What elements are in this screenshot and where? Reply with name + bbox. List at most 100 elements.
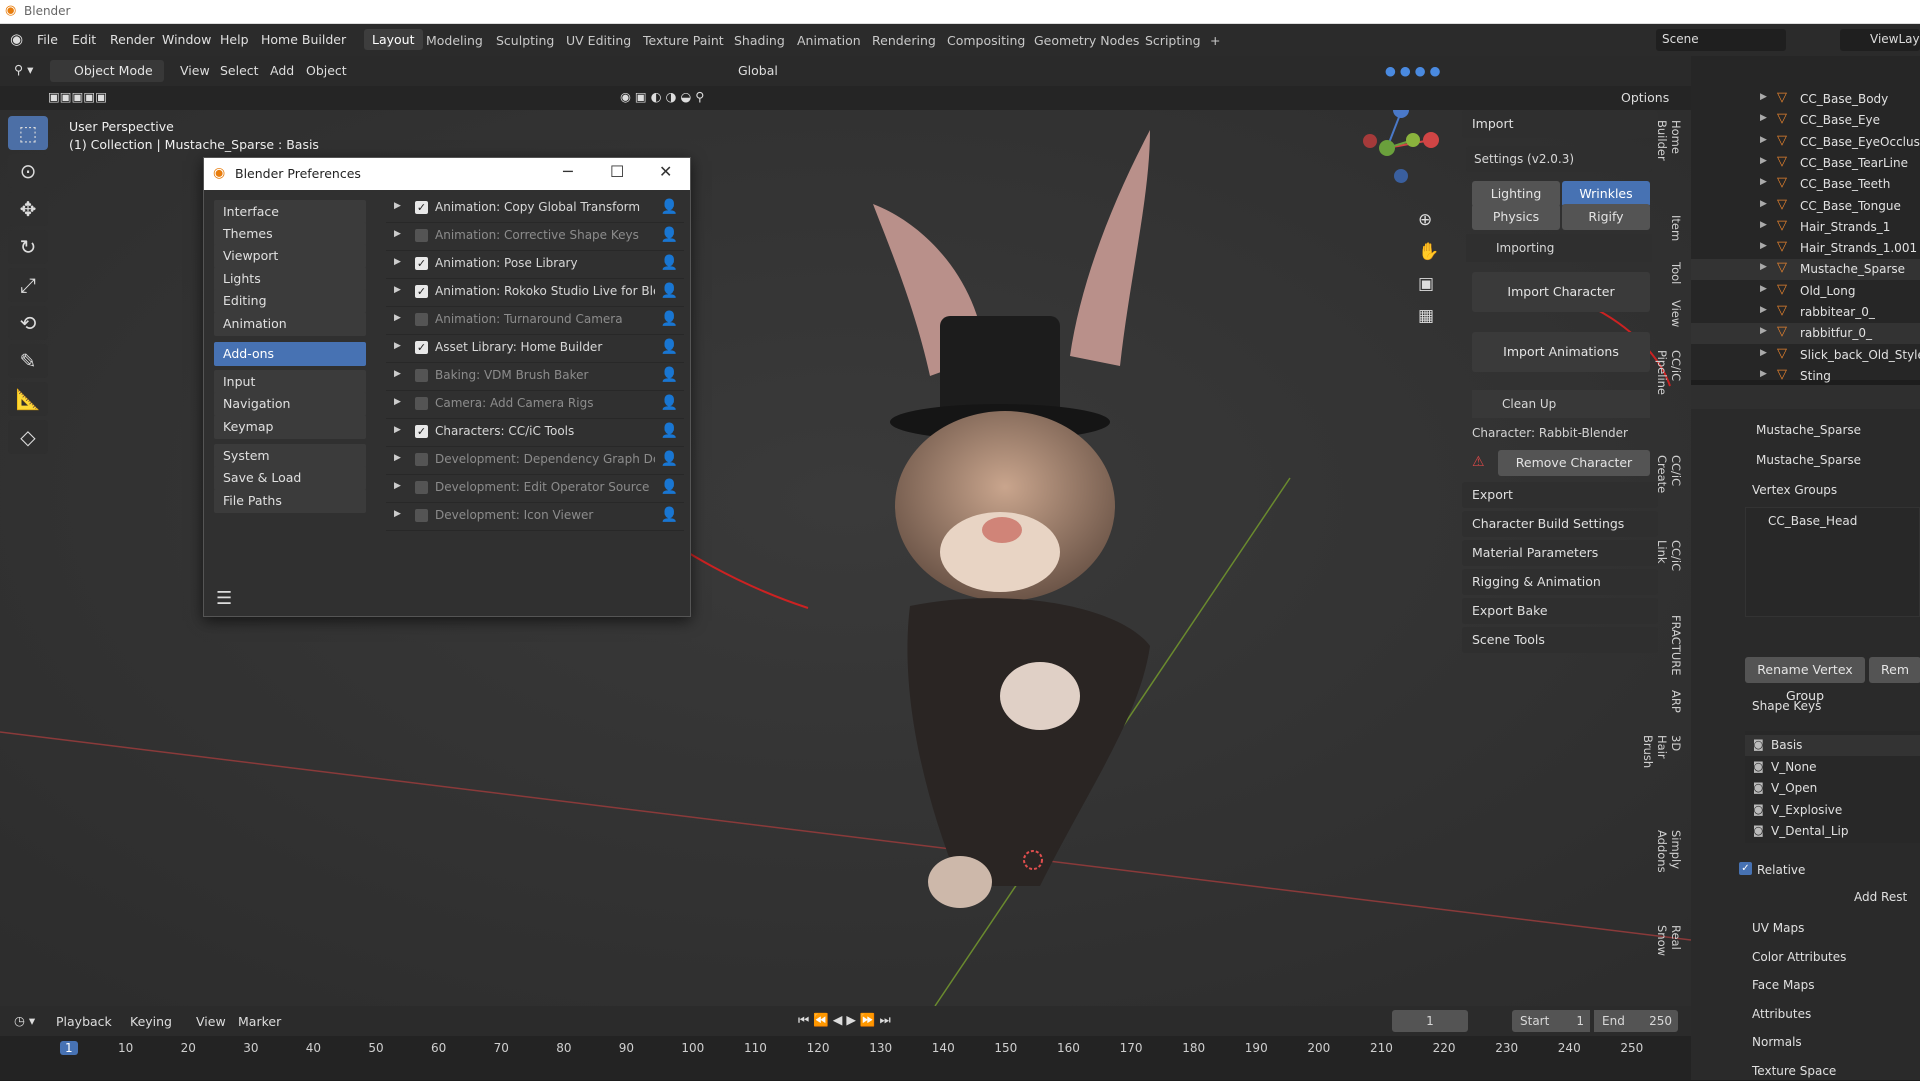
- expand-arrow-icon[interactable]: ▶: [1760, 326, 1767, 336]
- expand-arrow-icon[interactable]: ▶: [394, 481, 401, 491]
- shading-modes-icon[interactable]: ● ● ● ●: [1385, 63, 1441, 78]
- add-rest-label[interactable]: Add Rest: [1854, 890, 1920, 904]
- cc-section-rigging-animation[interactable]: Rigging & Animation: [1462, 569, 1658, 595]
- tab-physics[interactable]: Physics: [1472, 204, 1560, 230]
- expand-arrow-icon[interactable]: ▶: [394, 453, 401, 463]
- outliner-row[interactable]: ▶ ▽ CC_Base_Teeth: [1691, 174, 1920, 195]
- end-frame-field[interactable]: End 250: [1594, 1010, 1678, 1032]
- sidebar-tab-home-builder[interactable]: Home Builder: [1655, 120, 1683, 161]
- measure-tool-icon[interactable]: 📐: [8, 382, 48, 416]
- expand-arrow-icon[interactable]: ▶: [1760, 369, 1767, 379]
- sidebar-tab-view[interactable]: View: [1665, 300, 1683, 327]
- rotate-tool-icon[interactable]: ↻: [8, 230, 48, 264]
- addon-row[interactable]: ▶ ✓ Asset Library: Home Builder 👤: [386, 333, 684, 363]
- tab-compositing[interactable]: Compositing: [947, 33, 1025, 48]
- addon-enable-checkbox[interactable]: [415, 369, 428, 382]
- expand-arrow-icon[interactable]: ▶: [1760, 92, 1767, 102]
- sidebar-tab-arp[interactable]: ARP: [1665, 690, 1683, 713]
- menu-view[interactable]: View: [196, 1014, 226, 1029]
- expand-arrow-icon[interactable]: ▶: [1760, 305, 1767, 315]
- properties-section-face-maps[interactable]: Face Maps: [1752, 978, 1815, 992]
- sidebar-tab-cc-ic-link[interactable]: CC/iC Link: [1655, 540, 1683, 571]
- cc-section-character-build-settings[interactable]: Character Build Settings: [1462, 511, 1658, 537]
- menu-help[interactable]: Help: [220, 32, 249, 47]
- addon-enable-checkbox[interactable]: ✓: [415, 285, 428, 298]
- overlay-icons[interactable]: ◉ ▣ ◐ ◑ ◒ ⚲: [620, 89, 704, 104]
- tab-sculpting[interactable]: Sculpting: [496, 33, 554, 48]
- import-section-header[interactable]: Import: [1462, 110, 1658, 138]
- outliner-row[interactable]: ▶ ▽ rabbitfur_0_: [1691, 323, 1920, 345]
- cc-section-export-bake[interactable]: Export Bake: [1462, 598, 1658, 624]
- playback-controls[interactable]: ⏮ ⏪ ◀ ▶ ⏩ ⏭: [798, 1012, 891, 1028]
- settings-row[interactable]: Settings (v2.0.3): [1466, 146, 1652, 172]
- shape-key-row[interactable]: ◙ V_Explosive: [1745, 800, 1920, 821]
- addon-row[interactable]: ▶ Development: Icon Viewer 👤: [386, 501, 684, 531]
- addon-row[interactable]: ▶ Development: Edit Operator Source 👤: [386, 473, 684, 503]
- expand-arrow-icon[interactable]: ▶: [1760, 177, 1767, 187]
- tab-modeling[interactable]: Modeling: [426, 33, 483, 48]
- shape-keys-header[interactable]: Shape Keys: [1752, 699, 1920, 713]
- editor-type-icon[interactable]: ⚲ ▾: [14, 62, 33, 77]
- tab-layout[interactable]: Layout: [364, 29, 423, 50]
- add-workspace-icon[interactable]: +: [1210, 33, 1220, 48]
- properties-section-attributes[interactable]: Attributes: [1752, 1007, 1811, 1021]
- addon-enable-checkbox[interactable]: [415, 509, 428, 522]
- clean-up-button[interactable]: Clean Up: [1472, 390, 1650, 418]
- expand-arrow-icon[interactable]: ▶: [394, 397, 401, 407]
- menu-select[interactable]: Select: [220, 63, 259, 78]
- tab-geometry-nodes[interactable]: Geometry Nodes: [1034, 33, 1139, 48]
- addon-enable-checkbox[interactable]: ✓: [415, 257, 428, 270]
- expand-arrow-icon[interactable]: ▶: [1760, 135, 1767, 145]
- camera-icon[interactable]: ▣: [1418, 268, 1439, 300]
- select-box-icon[interactable]: ⬚: [8, 116, 48, 150]
- menu-render[interactable]: Render: [110, 32, 155, 47]
- menu-add[interactable]: Add: [270, 63, 294, 78]
- menu-view[interactable]: View: [180, 63, 210, 78]
- shape-key-row[interactable]: ◙ Basis: [1745, 735, 1920, 756]
- move-tool-icon[interactable]: ✥: [8, 192, 48, 226]
- addon-row[interactable]: ▶ ✓ Animation: Copy Global Transform 👤: [386, 193, 684, 223]
- addon-row[interactable]: ▶ ✓ Animation: Pose Library 👤: [386, 249, 684, 279]
- menu-marker[interactable]: Marker: [238, 1014, 281, 1029]
- addon-enable-checkbox[interactable]: [415, 453, 428, 466]
- importing-row[interactable]: Importing: [1466, 234, 1652, 262]
- rename-vertex-group-button[interactable]: Rename Vertex Group: [1745, 657, 1865, 703]
- addon-row[interactable]: ▶ Animation: Corrective Shape Keys 👤: [386, 221, 684, 251]
- outliner-row[interactable]: ▶ ▽ Mustache_Sparse: [1691, 259, 1920, 281]
- expand-arrow-icon[interactable]: ▶: [394, 285, 401, 295]
- blender-menu-icon[interactable]: ◉: [10, 30, 23, 48]
- outliner-row[interactable]: ▶ ▽ CC_Base_Body: [1691, 89, 1920, 110]
- current-frame-field[interactable]: 1: [1392, 1010, 1468, 1032]
- remove-character-button[interactable]: Remove Character: [1498, 450, 1650, 476]
- addon-row[interactable]: ▶ ✓ Characters: CC/iC Tools 👤: [386, 417, 684, 447]
- addon-row[interactable]: ▶ Baking: VDM Brush Baker 👤: [386, 361, 684, 391]
- expand-arrow-icon[interactable]: ▶: [394, 229, 401, 239]
- zoom-icon[interactable]: ⊕: [1418, 204, 1439, 236]
- menu-window[interactable]: Window: [162, 32, 211, 47]
- expand-arrow-icon[interactable]: ▶: [394, 257, 401, 267]
- expand-arrow-icon[interactable]: ▶: [1760, 262, 1767, 272]
- transform-tool-icon[interactable]: ⟲: [8, 306, 48, 340]
- sidebar-tab-tool[interactable]: Tool: [1665, 262, 1683, 284]
- addon-enable-checkbox[interactable]: [415, 229, 428, 242]
- outliner-row[interactable]: ▶ ▽ Hair_Strands_1.001: [1691, 238, 1920, 259]
- outliner-row[interactable]: ▶ ▽ CC_Base_Tongue: [1691, 196, 1920, 217]
- addon-row[interactable]: ▶ Development: Dependency Graph Debug 👤: [386, 445, 684, 475]
- scene-field[interactable]: Scene: [1656, 29, 1786, 51]
- expand-arrow-icon[interactable]: ▶: [394, 341, 401, 351]
- expand-arrow-icon[interactable]: ▶: [1760, 156, 1767, 166]
- tab-scripting[interactable]: Scripting: [1145, 33, 1201, 48]
- outliner-row[interactable]: ▶ ▽ CC_Base_TearLine: [1691, 153, 1920, 174]
- outliner-row[interactable]: ▶ ▽ Sting: [1691, 366, 1920, 387]
- import-character-button[interactable]: Import Character: [1472, 272, 1650, 312]
- addon-row[interactable]: ▶ Animation: Turnaround Camera 👤: [386, 305, 684, 335]
- properties-section-normals[interactable]: Normals: [1752, 1035, 1802, 1049]
- sidebar-tab-cc-ic-create[interactable]: CC/iC Create: [1655, 455, 1683, 493]
- addon-enable-checkbox[interactable]: [415, 313, 428, 326]
- addon-row[interactable]: ▶ ✓ Animation: Rokoko Studio Live for Ble.…: [386, 277, 684, 307]
- cursor-tool-icon[interactable]: ⊙: [8, 154, 48, 188]
- outliner-row[interactable]: ▶ ▽ Old_Long: [1691, 281, 1920, 302]
- shape-key-row[interactable]: ◙ V_None: [1745, 757, 1920, 778]
- relative-checkbox[interactable]: ✓: [1739, 862, 1752, 875]
- view-layer-field[interactable]: ViewLayer: [1840, 29, 1920, 51]
